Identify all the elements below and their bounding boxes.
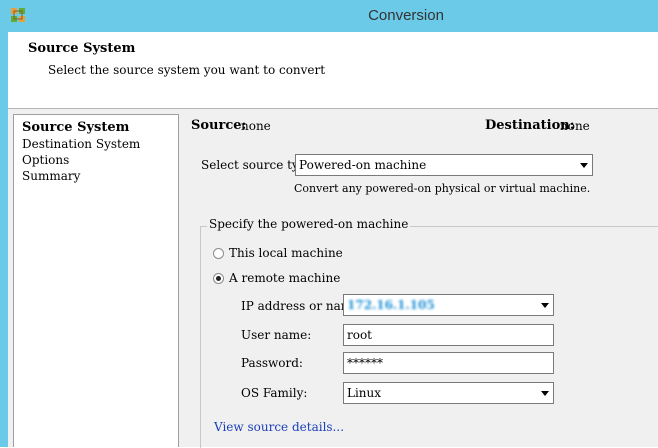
chevron-down-icon[interactable] [575,155,592,175]
source-type-select[interactable]: Powered-on machine [295,154,593,176]
os-family-select[interactable]: Linux [343,382,554,404]
os-family-label: OS Family: [241,386,308,400]
nav-item-options[interactable]: Options [14,152,178,168]
chevron-down-icon[interactable] [536,383,553,403]
page-subtitle: Select the source system you want to con… [48,63,326,77]
window-title: Conversion [368,7,444,24]
password-field[interactable]: ****** [343,352,554,374]
source-label: Source: [191,118,247,133]
user-name-field[interactable]: root [343,324,554,346]
nav-item-destination-system[interactable]: Destination System [14,136,178,152]
group-legend: Specify the powered-on machine [207,217,411,231]
wizard-header: Source System Select the source system y… [8,32,658,109]
page-title: Source System [28,41,136,56]
chevron-down-icon[interactable] [536,295,553,315]
wizard-body: Source System Destination System Options… [8,109,658,448]
user-label: User name: [241,328,312,342]
window-frame-left [0,32,8,447]
source-type-description: Convert any powered-on physical or virtu… [294,182,591,195]
password-label: Password: [241,356,303,370]
radio-local-machine[interactable] [213,248,224,259]
ip-address-combo[interactable]: 172.16.1.105 [343,294,554,316]
radio-remote-machine-label[interactable]: A remote machine [229,271,340,285]
destination-value: none [560,119,590,133]
ip-value: 172.16.1.105 [347,298,435,312]
view-source-details-link[interactable]: View source details... [214,420,344,434]
window-titlebar[interactable]: Conversion [0,0,658,32]
source-type-value: Powered-on machine [299,158,427,172]
wizard-nav: Source System Destination System Options… [13,114,179,447]
source-value: none [241,119,271,133]
os-family-value: Linux [347,386,382,400]
nav-item-source-system[interactable]: Source System [14,120,178,136]
radio-local-machine-label[interactable]: This local machine [229,246,343,260]
radio-remote-machine[interactable] [213,273,224,284]
nav-item-summary[interactable]: Summary [14,168,178,184]
